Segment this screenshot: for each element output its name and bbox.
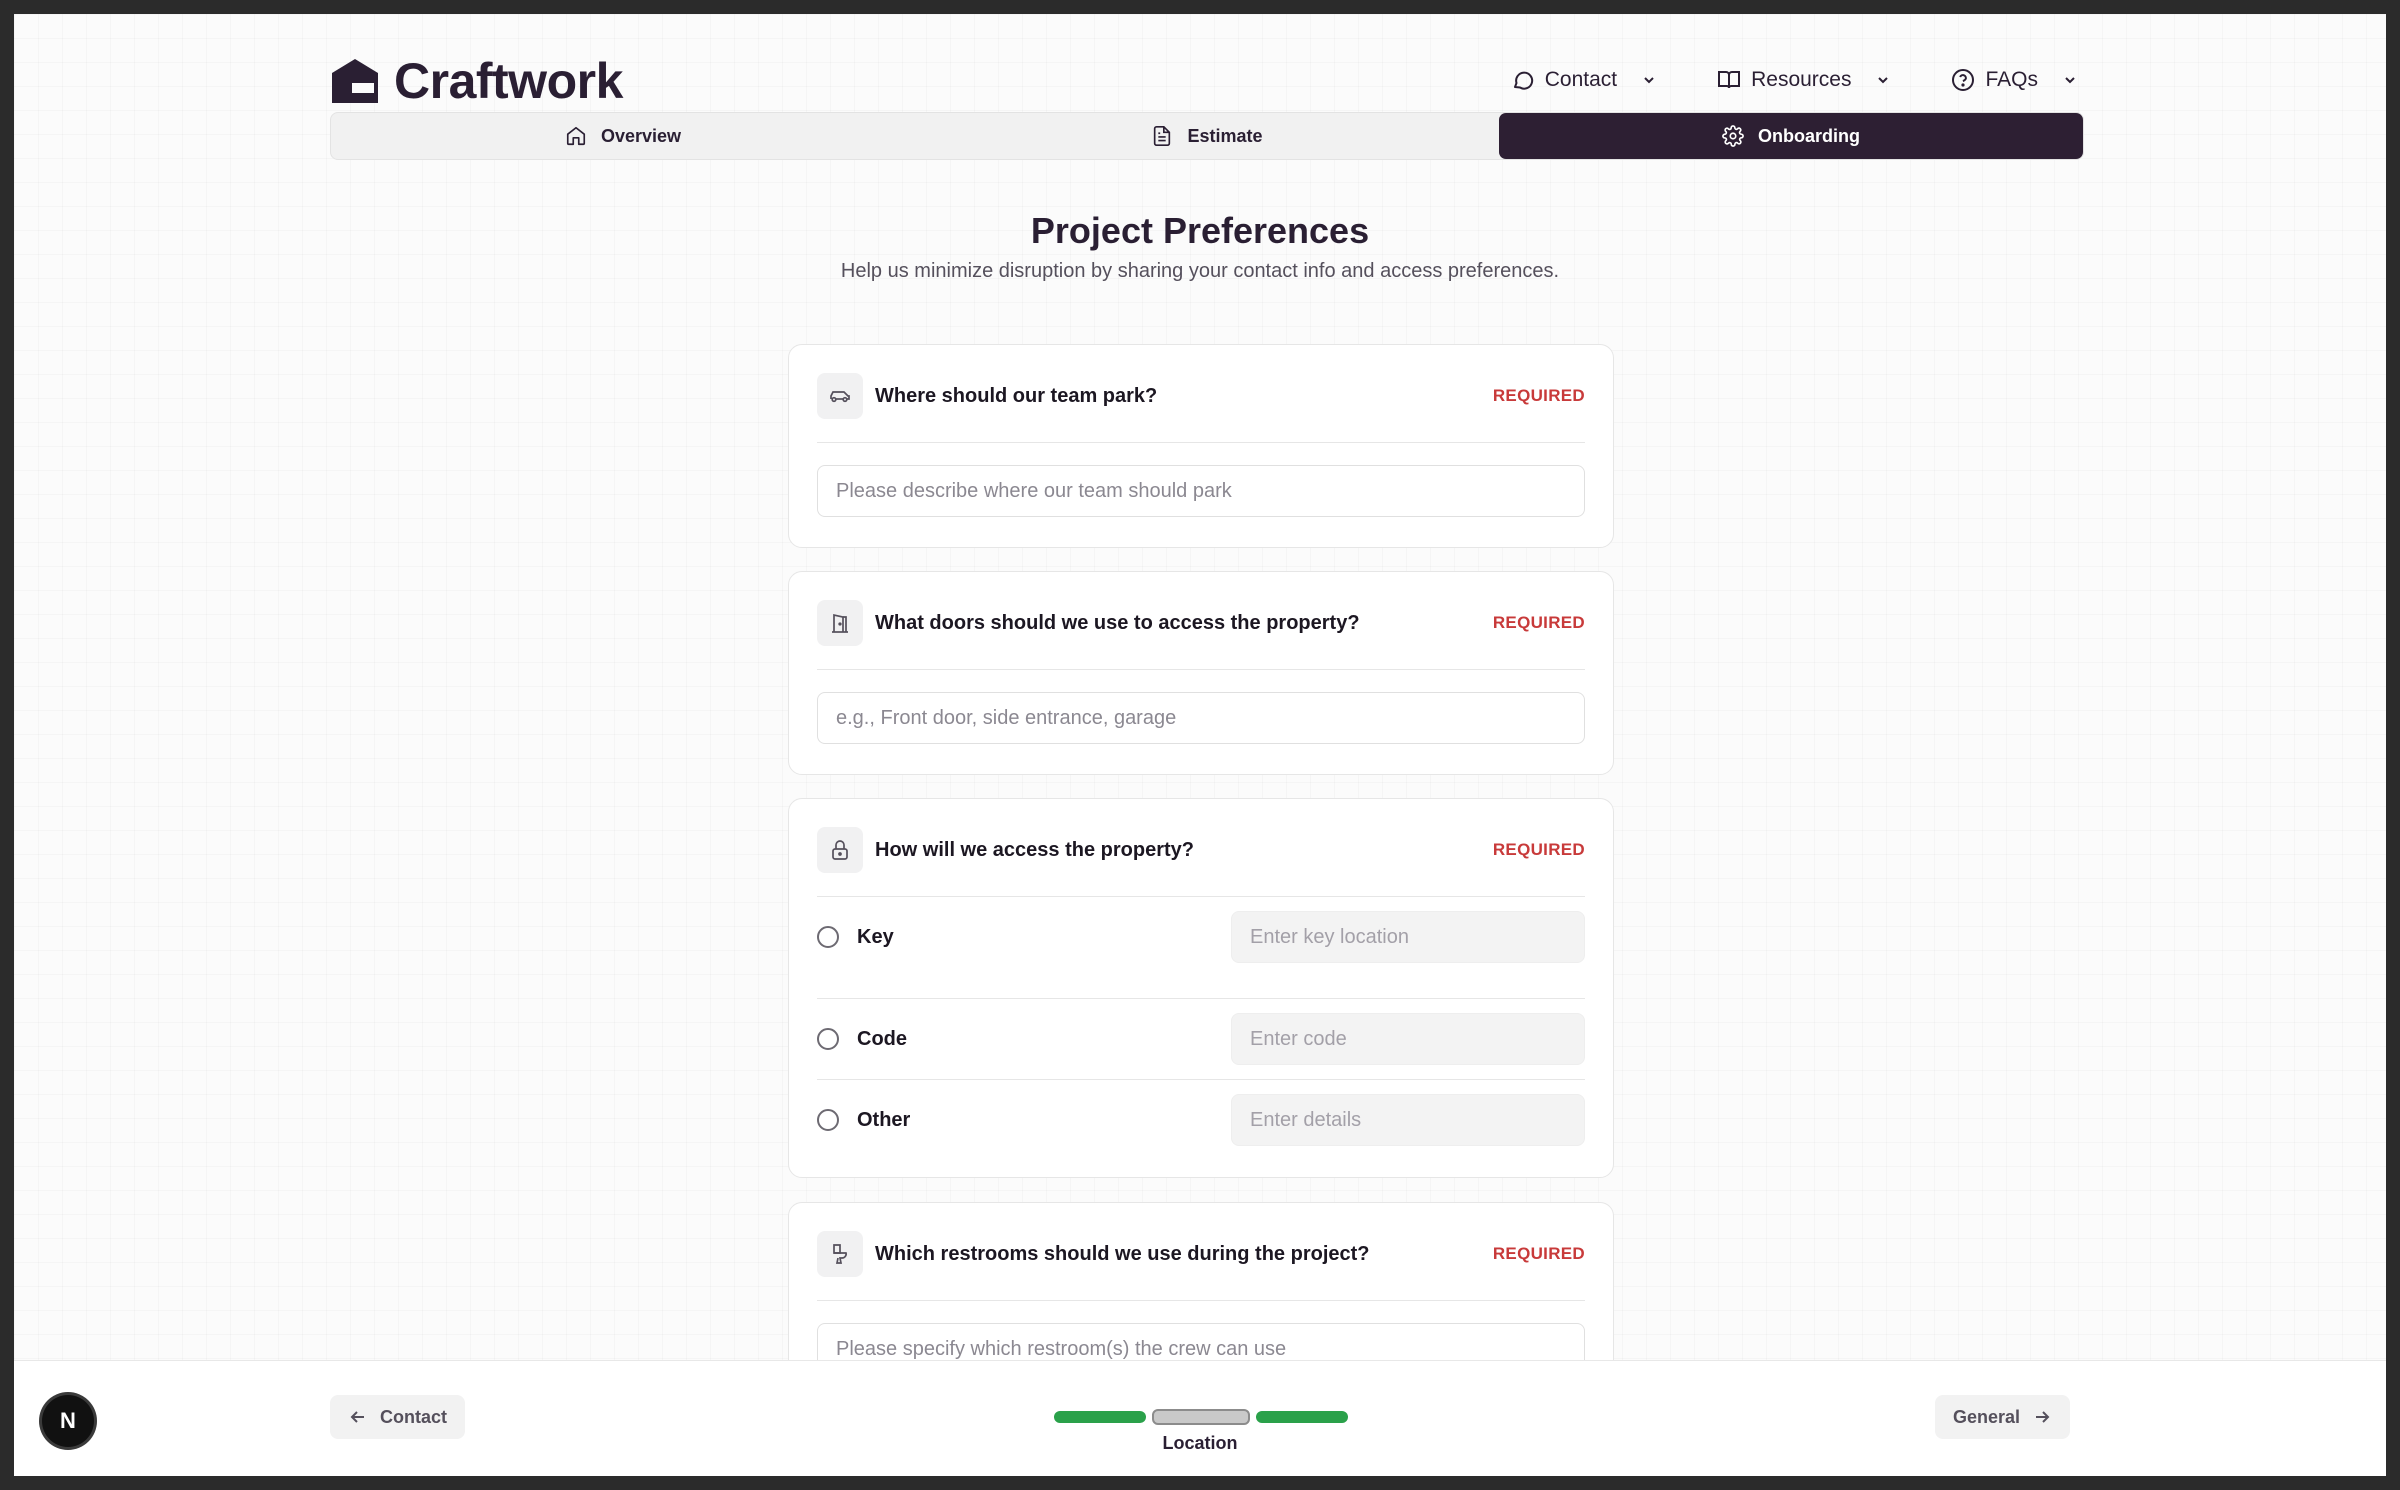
tab-onboarding[interactable]: Onboarding — [1499, 113, 2083, 159]
required-badge: REQUIRED — [1492, 386, 1585, 405]
other-details-input[interactable] — [1231, 1094, 1585, 1146]
top-header: Craftwork Contact Resources FAQs — [330, 38, 2084, 118]
page-title: Project Preferences — [1030, 210, 1370, 251]
toilet-icon — [817, 1231, 863, 1277]
doors-question: What doors should we use to access the p… — [875, 611, 1360, 634]
arrow-left-icon — [350, 1411, 364, 1423]
help-circle-icon — [1952, 69, 1975, 91]
parking-card-header: Where should our team park? REQUIRED — [817, 373, 1585, 419]
nav-contact-label: Contact — [1544, 68, 1618, 91]
access-option-code: Code — [817, 1013, 1585, 1065]
tab-onboarding-label: Onboarding — [1758, 125, 1860, 146]
code-input[interactable] — [1231, 1013, 1585, 1065]
step-progress — [1054, 1409, 1348, 1425]
progress-step-current — [1152, 1409, 1250, 1425]
progress-step-complete — [1054, 1411, 1146, 1423]
access-card: How will we access the property? REQUIRE… — [788, 798, 1614, 1178]
parking-question: Where should our team park? — [875, 384, 1158, 407]
access-option-key: Key — [817, 911, 1585, 963]
tab-estimate-label: Estimate — [1187, 125, 1263, 146]
required-badge: REQUIRED — [1492, 613, 1585, 632]
divider — [817, 1300, 1585, 1301]
arrow-right-icon — [2036, 1411, 2050, 1423]
footer-bar: N Contact Location General — [14, 1360, 2386, 1476]
access-option-label: Other — [857, 1108, 911, 1131]
restrooms-question: Which restrooms should we use during the… — [875, 1242, 1370, 1265]
parking-input[interactable] — [817, 465, 1585, 517]
brand-logo[interactable]: Craftwork — [330, 52, 623, 110]
divider — [817, 998, 1585, 999]
required-badge: REQUIRED — [1492, 1244, 1585, 1263]
access-option-other: Other — [817, 1094, 1585, 1146]
app-window: Craftwork Contact Resources FAQs Overvie… — [14, 14, 2386, 1476]
page-subtitle: Help us minimize disruption by sharing y… — [840, 260, 1560, 282]
nav-resources-label: Resources — [1751, 68, 1852, 91]
access-option-label: Key — [857, 925, 894, 948]
doors-card-header: What doors should we use to access the p… — [817, 600, 1585, 646]
top-nav: Contact Resources FAQs — [1505, 62, 2084, 98]
nav-resources[interactable]: Resources — [1711, 62, 1897, 98]
restrooms-card-header: Which restrooms should we use during the… — [817, 1231, 1585, 1277]
access-question: How will we access the property? — [875, 838, 1194, 861]
radio-other[interactable] — [817, 1109, 839, 1131]
chevron-down-icon — [1644, 77, 1654, 84]
progress-step-complete — [1256, 1411, 1348, 1423]
radio-code[interactable] — [817, 1028, 839, 1050]
divider — [817, 1079, 1585, 1080]
house-logo-icon — [332, 59, 378, 103]
radio-key[interactable] — [817, 926, 839, 948]
next-button-label: General — [1952, 1406, 2020, 1427]
access-option-label: Code — [857, 1027, 907, 1050]
brand-name: Craftwork — [394, 53, 623, 109]
nav-faqs[interactable]: FAQs — [1945, 62, 2084, 98]
lock-icon — [817, 827, 863, 873]
tab-bar: Overview Estimate Onboarding — [330, 112, 2084, 160]
gear-icon — [1722, 125, 1744, 147]
parking-card: Where should our team park? REQUIRED — [788, 344, 1614, 548]
book-icon — [1718, 71, 1741, 89]
doors-input[interactable] — [817, 692, 1585, 744]
car-icon — [817, 373, 863, 419]
key-location-input[interactable] — [1231, 911, 1585, 963]
required-badge: REQUIRED — [1492, 840, 1585, 859]
home-icon — [566, 126, 586, 146]
back-button-label: Contact — [380, 1406, 447, 1427]
next-button[interactable]: General — [1934, 1395, 2070, 1439]
doors-card: What doors should we use to access the p… — [788, 571, 1614, 775]
chevron-down-icon — [2065, 77, 2075, 84]
nav-faqs-label: FAQs — [1985, 68, 2038, 91]
tab-estimate[interactable]: Estimate — [915, 113, 1499, 159]
access-card-header: How will we access the property? REQUIRE… — [817, 827, 1585, 873]
chat-bubble-icon — [1513, 71, 1533, 90]
divider — [817, 896, 1585, 897]
divider — [817, 669, 1585, 670]
tab-overview[interactable]: Overview — [331, 113, 915, 159]
chevron-down-icon — [1878, 77, 1889, 84]
nav-contact[interactable]: Contact — [1505, 62, 1663, 98]
tab-overview-label: Overview — [600, 125, 682, 146]
door-icon — [817, 600, 863, 646]
divider — [817, 442, 1585, 443]
document-icon — [1154, 126, 1171, 146]
